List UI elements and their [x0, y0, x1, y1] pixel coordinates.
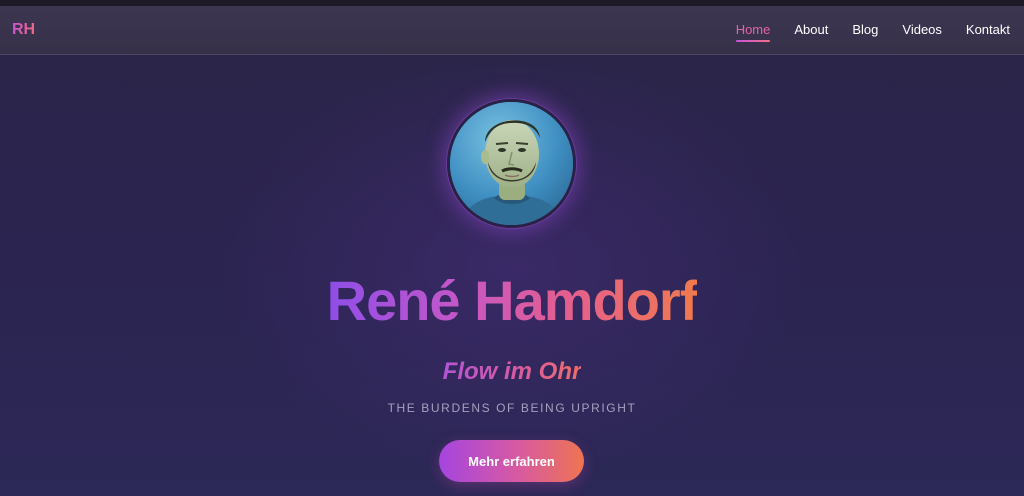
site-logo[interactable]: RH	[12, 21, 35, 39]
mehr-erfahren-button[interactable]: Mehr erfahren	[439, 440, 584, 482]
nav-item-blog[interactable]: Blog	[852, 22, 878, 39]
page: RH Home About Blog Videos Kontakt René H…	[0, 6, 1024, 496]
nav-item-home[interactable]: Home	[735, 22, 770, 42]
hero-name-text: René Hamdorf	[326, 269, 699, 332]
hero-name: René Hamdorf	[0, 268, 1024, 333]
profile-photo-illustration	[450, 102, 573, 225]
hero-subtitle: Flow im Ohr	[0, 358, 1024, 386]
main-nav: Home About Blog Videos Kontakt	[712, 6, 1010, 55]
nav-item-videos[interactable]: Videos	[902, 22, 942, 39]
hero-tagline: THE BURDENS OF BEING UPRIGHT	[387, 401, 637, 415]
hero-subtitle-text: Flow im Ohr	[442, 358, 582, 385]
nav-item-about[interactable]: About	[794, 22, 828, 39]
nav-item-kontakt[interactable]: Kontakt	[966, 22, 1010, 39]
profile-avatar	[447, 99, 576, 228]
navbar: RH Home About Blog Videos Kontakt	[0, 6, 1024, 55]
